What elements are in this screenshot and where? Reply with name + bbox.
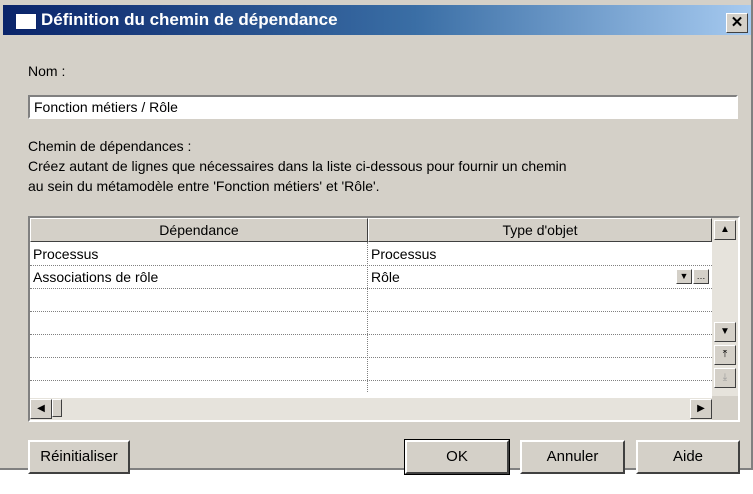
window-title: Définition du chemin de dépendance: [41, 10, 338, 29]
dependency-path-dialog: Définition du chemin de dépendance ✕ Nom…: [0, 0, 753, 475]
table-row[interactable]: [30, 358, 712, 381]
vertical-scrollbar[interactable]: ▲ ▼ ⤒ ⤓: [712, 218, 738, 396]
table-row[interactable]: [30, 312, 712, 335]
dependance-cell[interactable]: [30, 289, 367, 311]
help-button[interactable]: Aide: [636, 440, 740, 474]
horizontal-scrollbar[interactable]: ◀ ▶: [30, 398, 712, 420]
name-label: Nom :: [28, 63, 66, 79]
dropdown-icon[interactable]: ▼: [676, 269, 692, 284]
description-line-1: Créez autant de lignes que nécessaires d…: [28, 158, 567, 174]
type-objet-cell[interactable]: Rôle: [368, 266, 668, 288]
column-header-dependance[interactable]: Dépendance: [30, 218, 368, 242]
table-row[interactable]: [30, 289, 712, 312]
table-row[interactable]: Associations de rôle Rôle ▼ …: [30, 266, 712, 289]
scroll-bottom-icon[interactable]: ⤓: [714, 368, 736, 388]
window-icon: [15, 13, 37, 30]
horizontal-scroll-thumb[interactable]: [52, 399, 62, 417]
description-line-2: au sein du métamodèle entre 'Fonction mé…: [28, 178, 380, 194]
ok-button[interactable]: OK: [404, 439, 510, 475]
grid-header: Dépendance Type d'objet: [30, 218, 712, 242]
dependance-cell[interactable]: [30, 335, 367, 357]
type-objet-cell[interactable]: [368, 358, 712, 380]
type-objet-cell[interactable]: Processus: [368, 243, 712, 265]
reset-button[interactable]: Réinitialiser: [28, 440, 130, 474]
title-bar: Définition du chemin de dépendance ✕: [3, 5, 751, 35]
scroll-right-icon[interactable]: ▶: [690, 399, 712, 419]
scrollbar-corner: [712, 396, 738, 420]
scroll-up-icon[interactable]: ▲: [714, 220, 736, 240]
dependency-grid: Dépendance Type d'objet Processus Proces…: [28, 216, 740, 422]
name-field[interactable]: [28, 95, 738, 119]
close-button[interactable]: ✕: [726, 13, 748, 33]
table-row[interactable]: Processus Processus: [30, 243, 712, 266]
type-objet-cell[interactable]: [368, 312, 712, 334]
dependance-cell[interactable]: Processus: [30, 243, 367, 265]
dependance-cell[interactable]: [30, 358, 367, 380]
cancel-button[interactable]: Annuler: [520, 440, 625, 474]
scroll-down-icon[interactable]: ▼: [714, 322, 736, 342]
scroll-left-icon[interactable]: ◀: [30, 399, 52, 419]
scroll-top-icon[interactable]: ⤒: [714, 345, 736, 365]
column-header-type-objet[interactable]: Type d'objet: [368, 218, 712, 242]
type-objet-cell[interactable]: [368, 335, 712, 357]
type-objet-cell[interactable]: [368, 289, 712, 311]
ellipsis-button[interactable]: …: [693, 269, 709, 284]
path-label: Chemin de dépendances :: [28, 138, 192, 154]
dependance-cell[interactable]: Associations de rôle: [30, 266, 367, 288]
table-row[interactable]: [30, 335, 712, 358]
dependance-cell[interactable]: [30, 312, 367, 334]
